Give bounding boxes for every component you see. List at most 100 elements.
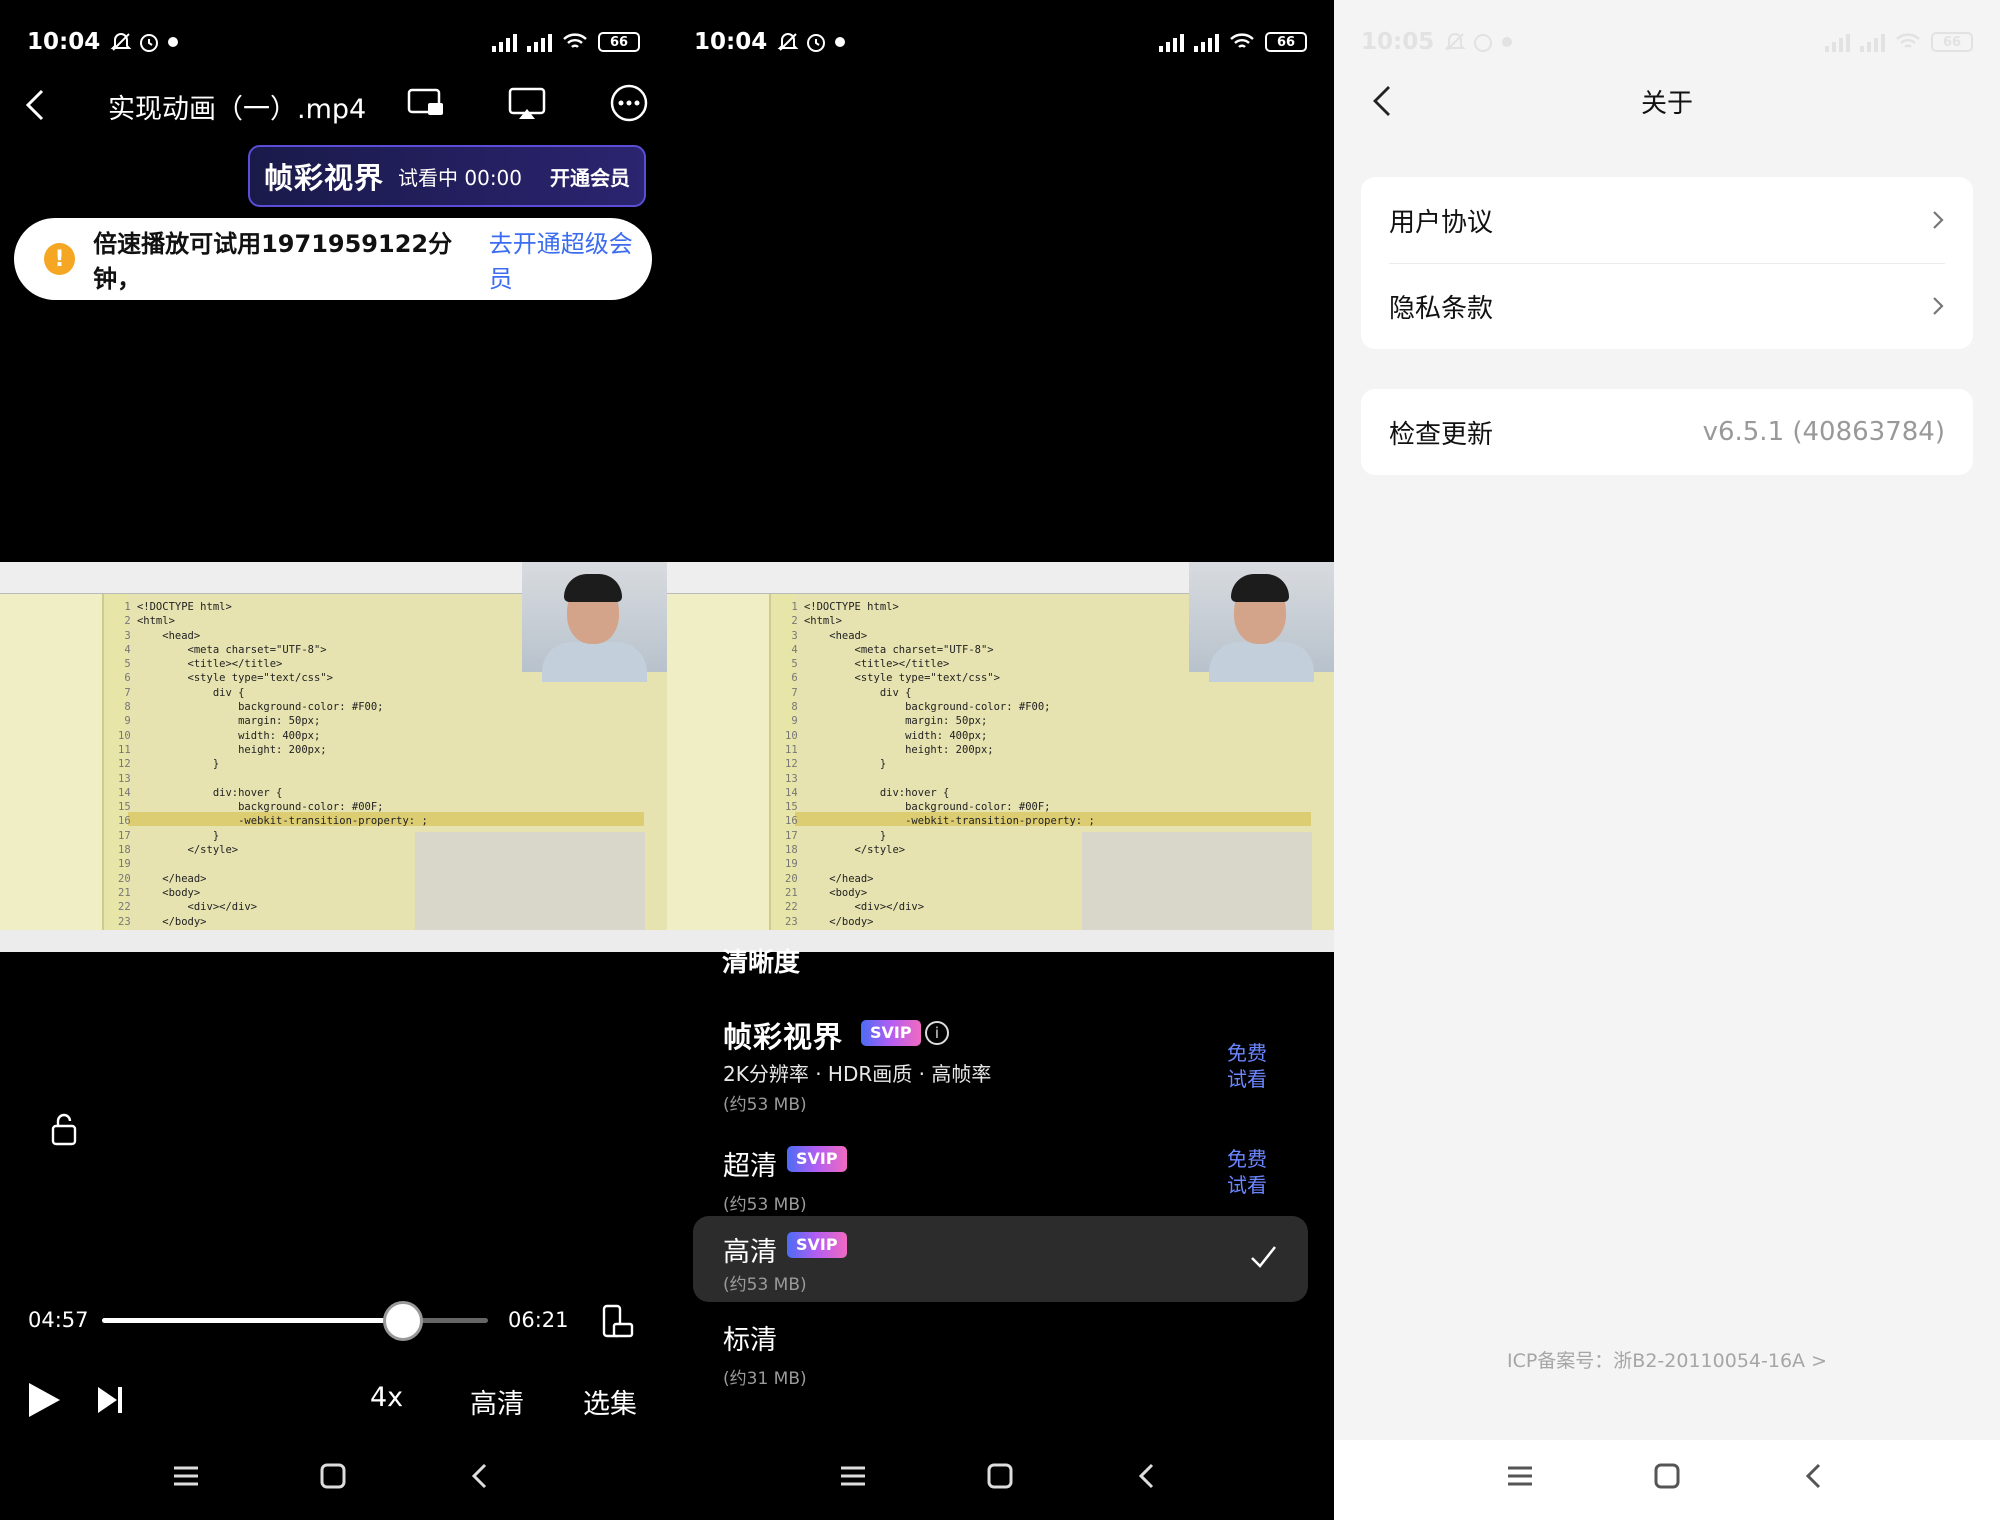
- line-number: 16: [118, 815, 137, 828]
- next-episode-icon[interactable]: [95, 1384, 125, 1416]
- code-line: 2 <html>: [785, 614, 1095, 628]
- cell-signal-2-icon: [527, 32, 552, 52]
- system-nav-bar: [667, 1440, 1334, 1520]
- line-number: 11: [785, 743, 804, 756]
- svip-trial-banner[interactable]: 帧彩视界 试看中 00:00 开通会员: [248, 145, 646, 207]
- video-frame[interactable]: 1 <!DOCTYPE html> 2 <html> 3 <head> 4 <m…: [0, 562, 667, 952]
- battery-icon: 66: [1931, 32, 1973, 52]
- code-text: margin: 50px;: [136, 715, 321, 728]
- video-frame[interactable]: 1 <!DOCTYPE html> 2 <html> 3 <head> 4 <m…: [667, 562, 1334, 952]
- line-number: 4: [785, 643, 804, 656]
- status-time: 10:04: [27, 29, 101, 55]
- code-text: height: 200px;: [803, 743, 994, 756]
- open-membership-button[interactable]: 开通会员: [550, 162, 630, 191]
- rotate-screen-icon[interactable]: [600, 1304, 634, 1340]
- battery-icon: 66: [1265, 32, 1307, 52]
- line-number: 3: [118, 629, 137, 642]
- code-line: 14 div:hover {: [785, 786, 1095, 800]
- line-number: 23: [785, 915, 804, 928]
- update-card: 检查更新 v6.5.1 (40863784): [1361, 389, 1973, 475]
- line-number: 5: [118, 658, 137, 671]
- line-number: 17: [118, 829, 137, 842]
- icp-license-link[interactable]: ICP备案号：浙B2-20110054-16A >: [1334, 1346, 2000, 1373]
- play-icon[interactable]: [25, 1380, 63, 1420]
- code-line: 11 height: 200px;: [785, 743, 1095, 757]
- line-number: 9: [118, 715, 137, 728]
- picture-in-picture-icon[interactable]: [404, 81, 448, 125]
- quality-option-hd-selected[interactable]: 高清 SVIP (约53 MB): [693, 1216, 1308, 1302]
- line-number: 19: [118, 858, 137, 871]
- quality-option-framecolor[interactable]: 帧彩视界 SVIP i 2K分辨率 · HDR画质 · 高帧率 (约53 MB)…: [693, 1010, 1308, 1120]
- back-arrow-icon[interactable]: [22, 87, 50, 123]
- video-player-screen: 10:04 66 实现动画（一）.mp4 帧彩视界 试看中 00:00 开通会员…: [0, 0, 667, 1520]
- screen-lock-icon[interactable]: [50, 1112, 78, 1146]
- app-notification-icon: [168, 37, 179, 47]
- code-text: <style type="text/css">: [803, 672, 1000, 685]
- line-number: 15: [118, 801, 137, 814]
- user-agreement-row[interactable]: 用户协议: [1361, 177, 1973, 263]
- code-text: <html>: [136, 615, 175, 628]
- speed-button[interactable]: 4x: [370, 1382, 403, 1413]
- code-text: width: 400px;: [136, 729, 321, 742]
- code-text: }: [803, 758, 887, 771]
- nav-back-icon[interactable]: [465, 1460, 497, 1492]
- progress-bar[interactable]: [102, 1301, 488, 1341]
- line-number: 13: [118, 772, 137, 785]
- code-line: 12 }: [118, 757, 428, 771]
- cell-signal-2-icon: [1860, 32, 1885, 52]
- code-line: 1 <!DOCTYPE html>: [118, 600, 428, 614]
- free-trial-link[interactable]: 免费试看: [1226, 1146, 1268, 1198]
- home-icon[interactable]: [1651, 1460, 1683, 1492]
- code-line: 4 <meta charset="UTF-8">: [118, 643, 428, 657]
- nav-back-icon[interactable]: [1132, 1460, 1164, 1492]
- line-number: 16: [785, 815, 804, 828]
- episodes-button[interactable]: 选集: [583, 1382, 637, 1421]
- open-super-vip-link[interactable]: 去开通超级会员: [489, 224, 652, 294]
- code-line: 6 <style type="text/css">: [118, 671, 428, 685]
- progress-thumb[interactable]: [383, 1301, 424, 1341]
- editor-code: 1 <!DOCTYPE html> 2 <html> 3 <head> 4 <m…: [785, 600, 1095, 929]
- info-icon[interactable]: i: [925, 1021, 949, 1045]
- privacy-policy-row[interactable]: 隐私条款: [1361, 263, 1973, 349]
- code-text: <body>: [136, 886, 201, 899]
- code-line: 5 <title></title>: [118, 657, 428, 671]
- code-line: 4 <meta charset="UTF-8">: [785, 643, 1095, 657]
- nav-back-icon[interactable]: [1799, 1460, 1831, 1492]
- code-text: <title></title>: [803, 658, 950, 671]
- free-trial-link[interactable]: 免费试看: [1226, 1040, 1268, 1092]
- line-number: 8: [118, 701, 137, 714]
- quality-option-sd[interactable]: 标清 (约31 MB): [693, 1312, 1308, 1392]
- code-text: <!DOCTYPE html>: [136, 601, 232, 613]
- line-number: 18: [118, 844, 137, 857]
- quality-name: 超清: [723, 1151, 777, 1182]
- quality-button[interactable]: 高清: [470, 1382, 524, 1421]
- home-icon[interactable]: [317, 1460, 349, 1492]
- line-number: 1: [785, 601, 804, 613]
- line-number: 9: [785, 715, 804, 728]
- menu-icon[interactable]: [170, 1460, 202, 1492]
- line-number: 2: [118, 615, 137, 628]
- code-text: </head>: [136, 872, 207, 885]
- editor-status-bar: [0, 930, 667, 952]
- code-line: 9 margin: 50px;: [785, 714, 1095, 728]
- menu-icon[interactable]: [1504, 1460, 1536, 1492]
- quality-size: (约53 MB): [723, 1195, 807, 1215]
- wifi-icon: [1230, 33, 1254, 48]
- presenter-webcam: [1189, 562, 1334, 682]
- code-text: -webkit-transition-property: ;: [136, 815, 428, 828]
- wifi-icon: [1896, 33, 1920, 48]
- more-options-icon[interactable]: [607, 81, 651, 125]
- cast-screen-icon[interactable]: [505, 81, 549, 125]
- code-line: 13: [118, 772, 428, 786]
- menu-icon[interactable]: [837, 1460, 869, 1492]
- check-update-row[interactable]: 检查更新 v6.5.1 (40863784): [1361, 389, 1973, 475]
- version-label: v6.5.1 (40863784): [1702, 417, 1945, 447]
- system-nav-bar: [1334, 1440, 2000, 1520]
- code-text: background-color: #00F;: [803, 801, 1051, 814]
- quality-option-ultra-hd[interactable]: 超清 SVIP (约53 MB) 免费试看: [693, 1140, 1308, 1220]
- editor-file-tree: [0, 594, 104, 930]
- code-line: 10 width: 400px;: [118, 729, 428, 743]
- code-line: 16 -webkit-transition-property: ;: [118, 814, 428, 828]
- home-icon[interactable]: [984, 1460, 1016, 1492]
- code-text: <title></title>: [136, 658, 283, 671]
